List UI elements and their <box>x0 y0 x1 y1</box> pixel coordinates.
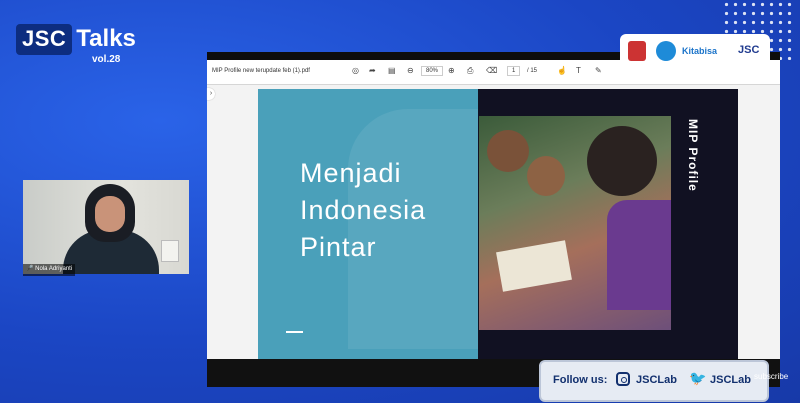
view-icon[interactable]: ◎ <box>352 66 359 75</box>
kitabisa-logo: Kitabisa <box>682 46 718 56</box>
slide-title-line: Indonesia <box>300 195 427 225</box>
jsc-logo: JSC <box>738 44 760 56</box>
presentation-icon[interactable]: ▤ <box>388 66 396 75</box>
page-number-input[interactable]: 1 <box>507 66 521 76</box>
slide-accent-line <box>286 331 303 333</box>
logo-jsc: JSC <box>16 24 73 55</box>
share-icon[interactable]: ➦ <box>369 66 376 75</box>
pdf-filename: MIP Profile new terupdate feb (1).pdf <box>212 68 310 74</box>
speaker-face <box>95 196 125 232</box>
zoom-in-icon[interactable]: ⊕ <box>448 66 455 75</box>
show-logo: JSC Talks vol.28 <box>16 24 136 65</box>
partner-logos: Kitabisa JSC <box>620 34 770 68</box>
speaker-name-label: 🎤 Nola Adriyanti <box>23 264 76 276</box>
follow-label: Follow us: <box>553 374 608 386</box>
zoom-out-icon[interactable]: ⊖ <box>407 66 414 75</box>
slide: Menjadi Indonesia Pintar MIP Profile <box>258 89 738 359</box>
print-icon[interactable]: ⎙ <box>467 66 473 76</box>
zoom-level[interactable]: 80% <box>421 66 444 76</box>
follow-bar: Follow us: JSCLab 🐦 JSCLab <box>539 360 769 402</box>
text-icon[interactable]: T <box>576 66 581 75</box>
mic-icon: 🎤 <box>26 266 34 272</box>
draw-icon[interactable]: ✎ <box>595 66 602 75</box>
speaker-webcam <box>23 180 189 274</box>
wall-outlet <box>161 240 179 262</box>
slide-title-line: Pintar <box>300 232 377 262</box>
slide-title: Menjadi Indonesia Pintar <box>300 155 426 266</box>
speaker-name: Nola Adriyanti <box>35 266 73 272</box>
jakarta-emblem-icon <box>628 41 646 61</box>
instagram-icon <box>616 372 630 386</box>
logo-talks: Talks <box>76 25 136 52</box>
photo-artwork <box>496 240 572 292</box>
page-total: / 15 <box>527 68 538 74</box>
slide-title-line: Menjadi <box>300 158 402 188</box>
subscribe-watermark[interactable]: subscribe <box>754 372 788 381</box>
photo-teacher-shirt <box>607 200 671 310</box>
slide-photo <box>479 116 671 330</box>
instagram-handle: JSCLab <box>636 374 677 386</box>
photo-child <box>527 156 565 196</box>
thumbs-up-icon[interactable]: ☝ <box>557 66 567 75</box>
delete-icon[interactable]: ⌫ <box>486 66 497 75</box>
logo-volume: vol.28 <box>92 54 121 65</box>
twitter-handle: JSCLab <box>710 374 751 386</box>
slide-vertical-label: MIP Profile <box>686 119 700 192</box>
twitter-icon: 🐦 <box>689 370 707 386</box>
photo-teacher <box>587 126 657 196</box>
photo-child <box>487 130 529 172</box>
partner-emblem-icon <box>656 41 676 61</box>
